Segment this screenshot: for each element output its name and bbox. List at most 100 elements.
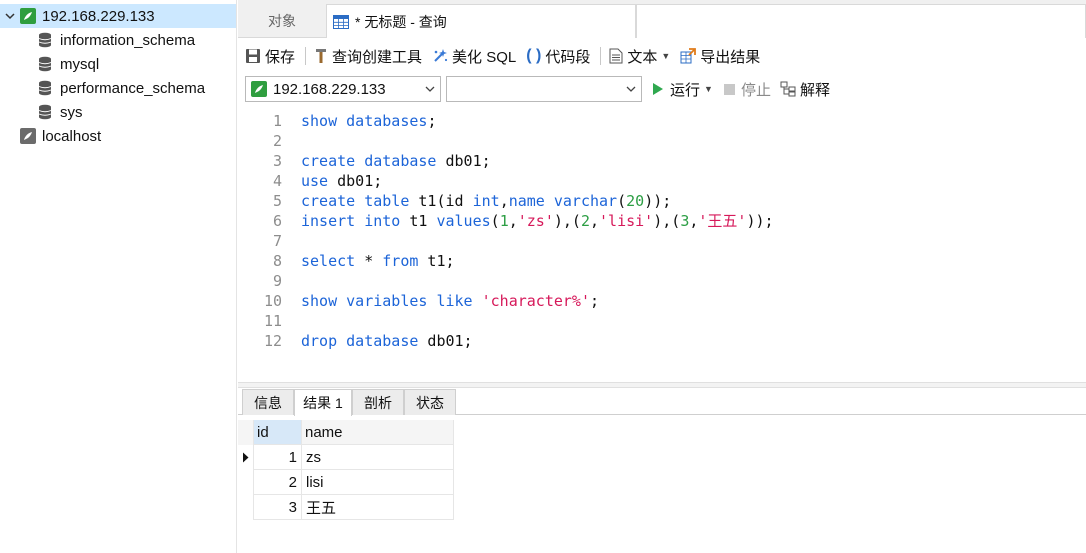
- query-builder-label: 查询创建工具: [332, 48, 423, 66]
- database-node-performance-schema[interactable]: performance_schema: [0, 76, 236, 100]
- query-builder-icon: [316, 49, 327, 63]
- sql-keyword: from: [382, 252, 419, 270]
- tab-label: 状态: [416, 394, 444, 411]
- code-line[interactable]: 2: [238, 131, 1086, 151]
- query-builder-button[interactable]: 查询创建工具: [314, 44, 422, 68]
- chevron-down-icon[interactable]: [4, 10, 16, 22]
- tab-label: 对象: [268, 13, 296, 29]
- sql-text: ,: [508, 212, 518, 230]
- stop-label: 停止: [741, 81, 772, 99]
- sql-text: db01;: [418, 332, 473, 350]
- sql-keyword: drop: [301, 332, 338, 350]
- code-snippet-button[interactable]: ( ) 代码段: [526, 44, 590, 68]
- connection-bar: 192.168.229.133 运行 ▼ 停止 解释: [238, 74, 1086, 104]
- tab-result-1[interactable]: 结果 1: [294, 389, 352, 416]
- table-cell[interactable]: zs: [302, 445, 454, 470]
- text-mode-label: 文本: [627, 48, 658, 66]
- toolbar-separator: [305, 47, 307, 65]
- connection-node-192-168-229-133[interactable]: 192.168.229.133: [0, 4, 236, 28]
- sql-text: ));: [644, 192, 672, 210]
- tab-info[interactable]: 信息: [242, 389, 294, 415]
- run-button[interactable]: 运行 ▼: [652, 78, 713, 100]
- sql-text: ;: [590, 292, 600, 310]
- sql-editor[interactable]: 1 show databases; 2 3 create database db01; 4…: [238, 108, 1086, 378]
- code-snippet-label: 代码段: [545, 48, 591, 66]
- code-line[interactable]: 11: [238, 311, 1086, 331]
- column-header-label: name: [305, 423, 343, 441]
- beautify-sql-button[interactable]: 美化 SQL: [432, 44, 516, 68]
- line-number: 5: [272, 192, 282, 210]
- sql-text: t1;: [418, 252, 455, 270]
- explain-icon: [780, 81, 796, 97]
- tab-status[interactable]: 状态: [404, 389, 456, 415]
- code-line[interactable]: 9: [238, 271, 1086, 291]
- database-node-sys[interactable]: sys: [0, 100, 236, 124]
- sql-text: ,: [499, 192, 509, 210]
- tab-profile[interactable]: 剖析: [352, 389, 404, 415]
- code-line[interactable]: 3 create database db01;: [238, 151, 1086, 171]
- table-cell[interactable]: 1: [254, 445, 302, 470]
- sql-keyword: insert: [301, 212, 356, 230]
- row-indicator[interactable]: [238, 470, 254, 495]
- table-cell[interactable]: 2: [254, 470, 302, 495]
- sql-keyword: database: [364, 152, 437, 170]
- code-line[interactable]: 4 use db01;: [238, 171, 1086, 191]
- connection-connected-icon: [251, 81, 267, 97]
- sql-string: 'zs': [517, 212, 554, 230]
- database-label: mysql: [60, 55, 100, 73]
- table-cell[interactable]: 3: [254, 495, 302, 520]
- column-header-id[interactable]: id: [254, 420, 302, 445]
- code-line[interactable]: 8 select * from t1;: [238, 251, 1086, 271]
- text-mode-button[interactable]: 文本 ▼: [609, 44, 670, 68]
- sql-keyword: create: [301, 192, 356, 210]
- sql-keyword: like: [436, 292, 473, 310]
- code-line[interactable]: 5 create table t1(id int,name varchar(20)…: [238, 191, 1086, 211]
- table-cell[interactable]: 王五: [302, 495, 454, 520]
- sql-number: 20: [626, 192, 645, 210]
- object-tree-sidebar: 192.168.229.133 information_schema mysql…: [0, 0, 237, 553]
- database-node-mysql[interactable]: mysql: [0, 52, 236, 76]
- tab-objects[interactable]: 对象: [238, 4, 326, 38]
- tab-query[interactable]: * 无标题 - 查询: [326, 4, 636, 38]
- code-line[interactable]: 1 show databases;: [238, 111, 1086, 131]
- connection-node-localhost[interactable]: localhost: [0, 124, 236, 148]
- code-line[interactable]: 12 drop database db01;: [238, 331, 1086, 351]
- editor-results-splitter[interactable]: [238, 382, 1086, 388]
- row-indicator[interactable]: [238, 495, 254, 520]
- sql-text: ));: [746, 212, 774, 230]
- line-number: 7: [272, 232, 282, 250]
- dropdown-caret-icon[interactable]: ▼: [661, 51, 670, 61]
- sql-string: '王五': [698, 212, 747, 230]
- sql-number: 1: [499, 212, 509, 230]
- connection-select[interactable]: 192.168.229.133: [245, 76, 441, 102]
- code-line[interactable]: 7: [238, 231, 1086, 251]
- sql-keyword: values: [436, 212, 491, 230]
- sql-text: t1(id: [409, 192, 473, 210]
- save-button[interactable]: 保存: [245, 44, 295, 68]
- code-line[interactable]: 6 insert into t1 values(1,'zs'),(2,'lisi'…: [238, 211, 1086, 231]
- cell-value: lisi: [306, 473, 324, 491]
- code-line[interactable]: 10 show variables like 'character%';: [238, 291, 1086, 311]
- sql-text: *: [355, 252, 383, 270]
- export-results-button[interactable]: 导出结果: [680, 44, 760, 68]
- stop-button[interactable]: 停止: [724, 78, 771, 100]
- database-label: sys: [60, 103, 83, 121]
- line-number: 9: [272, 272, 282, 290]
- row-indicator[interactable]: [238, 445, 254, 470]
- line-number: 12: [263, 332, 282, 350]
- table-cell[interactable]: lisi: [302, 470, 454, 495]
- chevron-down-icon: [626, 86, 636, 92]
- row-indicator-header: [238, 420, 254, 445]
- dropdown-caret-icon[interactable]: ▼: [704, 84, 713, 94]
- column-header-name[interactable]: name: [302, 420, 454, 445]
- explain-button[interactable]: 解释: [780, 78, 830, 100]
- chevron-down-icon: [425, 86, 435, 92]
- database-node-information-schema[interactable]: information_schema: [0, 28, 236, 52]
- database-select[interactable]: [446, 76, 642, 102]
- sql-text: db01;: [328, 172, 383, 190]
- database-label: performance_schema: [60, 79, 206, 97]
